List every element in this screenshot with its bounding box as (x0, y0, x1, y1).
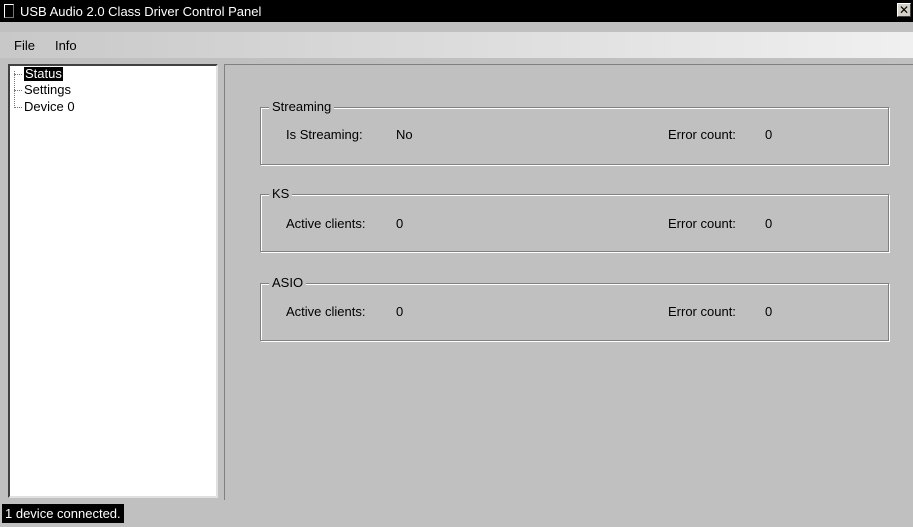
group-title: KS (269, 186, 293, 202)
menu-bar: File Info (0, 32, 913, 58)
active-clients-label: Active clients: (286, 304, 366, 319)
window-title: USB Audio 2.0 Class Driver Control Panel (20, 3, 262, 19)
active-clients-value: 0 (396, 216, 404, 231)
title-bar[interactable]: USB Audio 2.0 Class Driver Control Panel… (0, 0, 913, 22)
status-text: 1 device connected. (2, 504, 124, 523)
group-title: ASIO (269, 275, 307, 291)
ks-group: KS Active clients: 0 Error count: 0 (260, 186, 889, 252)
error-count-value: 0 (765, 216, 773, 231)
tree-item-settings[interactable]: Settings (24, 83, 71, 97)
asio-group: ASIO Active clients: 0 Error count: 0 (260, 275, 889, 341)
error-count-value: 0 (765, 304, 773, 319)
tree-item-device-0[interactable]: Device 0 (24, 100, 75, 114)
app-icon (4, 4, 14, 18)
navigation-tree: Status Settings Device 0 (8, 64, 218, 498)
close-button[interactable]: ✕ (897, 3, 911, 17)
tree-item-label: Status (24, 66, 63, 81)
error-count-label: Error count: (668, 127, 736, 142)
error-count-label: Error count: (668, 216, 736, 231)
main-window: USB Audio 2.0 Class Driver Control Panel… (0, 0, 913, 527)
tree-item-status[interactable]: Status (24, 67, 63, 81)
tree-connector (14, 107, 22, 108)
error-count-value: 0 (765, 127, 773, 142)
group-title: Streaming (269, 99, 335, 115)
status-bar: 1 device connected. (0, 500, 913, 527)
tree-connector (14, 74, 22, 75)
active-clients-label: Active clients: (286, 216, 366, 231)
streaming-group: Streaming Is Streaming: No Error count: … (260, 99, 889, 165)
is-streaming-value: No (396, 127, 413, 142)
tree-item-label: Device 0 (24, 99, 75, 114)
menu-info[interactable]: Info (45, 38, 87, 53)
error-count-label: Error count: (668, 304, 736, 319)
menu-file[interactable]: File (0, 38, 45, 53)
close-icon: ✕ (898, 3, 910, 17)
tree-item-label: Settings (24, 82, 71, 97)
is-streaming-label: Is Streaming: (286, 127, 363, 142)
tree-connector (14, 90, 22, 91)
active-clients-value: 0 (396, 304, 404, 319)
